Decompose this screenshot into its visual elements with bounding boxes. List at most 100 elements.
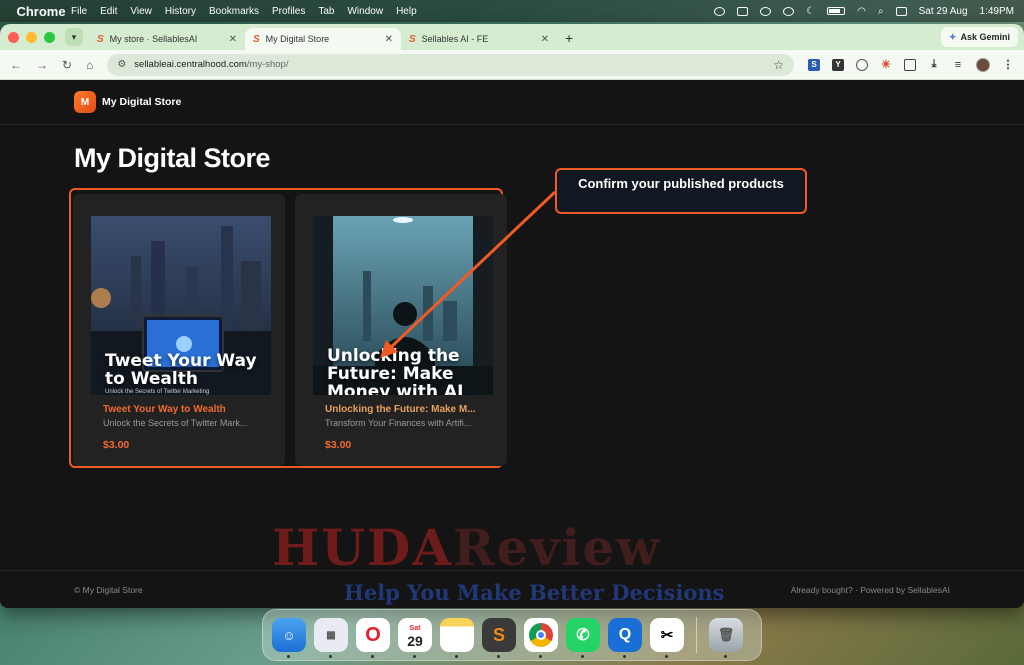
new-tab-button[interactable]: + xyxy=(565,30,573,46)
sellables-favicon-icon: S xyxy=(253,33,260,45)
more-menu-icon[interactable]: ⋮ xyxy=(1002,59,1014,71)
home-icon[interactable]: ⌂ xyxy=(86,58,93,72)
calendar-day: 29 xyxy=(407,633,423,649)
menu-edit[interactable]: Edit xyxy=(100,6,117,17)
footer-links[interactable]: Already bought? · Powered by SellablesAI xyxy=(791,585,950,595)
extensions-puzzle-icon[interactable] xyxy=(904,58,916,71)
menu-bookmarks[interactable]: Bookmarks xyxy=(209,6,259,17)
timer-icon[interactable] xyxy=(783,6,795,16)
site-info-icon[interactable]: ⚙ xyxy=(117,59,126,70)
product-card[interactable]: Tweet Your Way to Wealth Unlock the Secr… xyxy=(73,194,285,466)
sublime-text-icon[interactable]: S xyxy=(482,618,516,658)
spotlight-search-icon[interactable]: ⌕ xyxy=(878,6,884,17)
menu-file[interactable]: File xyxy=(71,6,87,17)
play-icon[interactable] xyxy=(760,6,772,16)
tab-search-button[interactable]: ▾ xyxy=(65,28,83,46)
whatsapp-icon[interactable]: ✆ xyxy=(566,618,600,658)
do-not-disturb-icon[interactable]: ☾ xyxy=(806,6,815,17)
close-window-button[interactable] xyxy=(8,31,19,43)
bookmark-star-icon[interactable]: ☆ xyxy=(773,58,784,72)
menu-tab[interactable]: Tab xyxy=(318,6,334,17)
chevron-down-icon: ▾ xyxy=(71,31,77,42)
maximize-window-button[interactable] xyxy=(44,31,55,43)
macos-menu-bar: Chrome File Edit View History Bookmarks … xyxy=(0,0,1024,34)
store-name[interactable]: My Digital Store xyxy=(102,96,181,108)
wifi-icon[interactable]: ◠ xyxy=(857,6,866,17)
screen-share-icon[interactable] xyxy=(737,6,749,16)
product-description: Transform Your Finances with Artifi... xyxy=(325,418,472,428)
close-tab-icon[interactable]: ✕ xyxy=(229,34,237,45)
extensions-area: S Y ✳ ⤓ ≡ ⋮ xyxy=(808,57,1014,72)
tab-title: My store · SellablesAI xyxy=(109,34,198,44)
thumbnail-title: Tweet Your Way to Wealth xyxy=(105,351,257,389)
product-thumbnail[interactable]: Unlocking the Future: Make Money with AI xyxy=(313,216,493,395)
tab-title: My Digital Store xyxy=(265,34,330,44)
product-name[interactable]: Unlocking the Future: Make M... xyxy=(325,404,495,415)
trash-icon[interactable]: 🗑 xyxy=(709,618,743,658)
footer-copyright: © My Digital Store xyxy=(74,584,143,595)
extension-s-icon[interactable]: S xyxy=(808,58,820,71)
menu-profiles[interactable]: Profiles xyxy=(272,6,305,17)
tab-my-digital-store[interactable]: S My Digital Store ✕ xyxy=(245,28,401,50)
window-controls xyxy=(8,24,55,50)
product-price: $3.00 xyxy=(325,439,352,451)
record-icon[interactable] xyxy=(714,6,726,16)
dock-separator xyxy=(696,617,697,653)
download-icon[interactable]: ⤓ xyxy=(928,58,940,71)
thumbnail-title: Unlocking the Future: Make Money with AI xyxy=(327,346,464,395)
gemini-sparkle-icon: ✦ xyxy=(948,31,957,42)
extension-gear-icon[interactable] xyxy=(856,58,868,71)
page-title: My Digital Store xyxy=(74,143,271,173)
media-controls-icon[interactable]: ≡ xyxy=(952,59,964,71)
chrome-icon[interactable] xyxy=(524,618,558,658)
watermark-tagline: Help You Make Better Decisions xyxy=(344,580,725,605)
url-path: /my-shop/ xyxy=(246,59,289,70)
products-highlight-box: Tweet Your Way to Wealth Unlock the Secr… xyxy=(69,188,507,468)
url-host: sellableai.centralhood.com xyxy=(134,59,247,70)
notes-icon[interactable] xyxy=(440,618,474,658)
menubar-date[interactable]: Sat 29 Aug xyxy=(919,6,968,17)
tab-sellables-fe[interactable]: S Sellables AI - FE ✕ xyxy=(401,28,557,50)
sellables-favicon-icon: S xyxy=(409,33,416,45)
address-bar[interactable]: ⚙ sellableai.centralhood.com/my-shop/ ☆ xyxy=(107,53,794,76)
watermark-logo: HUDAReview xyxy=(272,518,661,577)
reload-icon[interactable]: ↻ xyxy=(62,58,72,72)
extension-burst-icon[interactable]: ✳ xyxy=(880,59,892,71)
menu-history[interactable]: History xyxy=(165,6,196,17)
forward-arrow-icon[interactable]: → xyxy=(36,58,48,72)
back-arrow-icon[interactable]: ← xyxy=(10,58,22,72)
tab-my-store[interactable]: S My store · SellablesAI ✕ xyxy=(89,28,245,50)
minimize-window-button[interactable] xyxy=(26,31,37,43)
capcut-icon[interactable]: ✂ xyxy=(650,618,684,658)
close-tab-icon[interactable]: ✕ xyxy=(541,34,549,45)
annotation-callout: Confirm your published products xyxy=(555,168,807,214)
battery-icon[interactable] xyxy=(827,7,846,15)
ask-gemini-label: Ask Gemini xyxy=(960,32,1010,42)
site-header: M My Digital Store xyxy=(0,80,1024,125)
close-tab-icon[interactable]: ✕ xyxy=(385,34,393,45)
profile-avatar[interactable] xyxy=(976,57,990,72)
watermark-main-b: Review xyxy=(453,518,662,577)
ask-gemini-button[interactable]: ✦ Ask Gemini xyxy=(940,27,1018,47)
menu-help[interactable]: Help xyxy=(396,6,417,17)
macos-dock: ☺ ▦ O Sat 29 S ✆ Q ✂ 🗑 xyxy=(262,609,762,661)
quicktime-icon[interactable]: Q xyxy=(608,618,642,658)
watermark-main-a: HUDA xyxy=(272,518,453,577)
thumbnail-subtitle: Unlock the Secrets of Twitter Marketing xyxy=(105,389,210,395)
menu-window[interactable]: Window xyxy=(347,6,383,17)
control-center-icon[interactable] xyxy=(895,6,907,16)
store-logo[interactable]: M xyxy=(74,91,96,113)
browser-toolbar: ← → ↻ ⌂ ⚙ sellableai.centralhood.com/my-… xyxy=(0,50,1024,80)
calendar-icon[interactable]: Sat 29 xyxy=(398,618,432,658)
product-description: Unlock the Secrets of Twitter Mark... xyxy=(103,418,248,428)
product-thumbnail[interactable]: Tweet Your Way to Wealth Unlock the Secr… xyxy=(91,216,271,395)
menu-view[interactable]: View xyxy=(130,6,152,17)
product-card[interactable]: Unlocking the Future: Make Money with AI… xyxy=(295,194,507,466)
extension-y-icon[interactable]: Y xyxy=(832,58,844,71)
launchpad-icon[interactable]: ▦ xyxy=(314,618,348,658)
product-price: $3.00 xyxy=(103,439,130,451)
finder-icon[interactable]: ☺ xyxy=(272,618,306,658)
menubar-time[interactable]: 1:49PM xyxy=(980,6,1014,17)
product-name[interactable]: Tweet Your Way to Wealth xyxy=(103,404,273,415)
opera-icon[interactable]: O xyxy=(356,618,390,658)
